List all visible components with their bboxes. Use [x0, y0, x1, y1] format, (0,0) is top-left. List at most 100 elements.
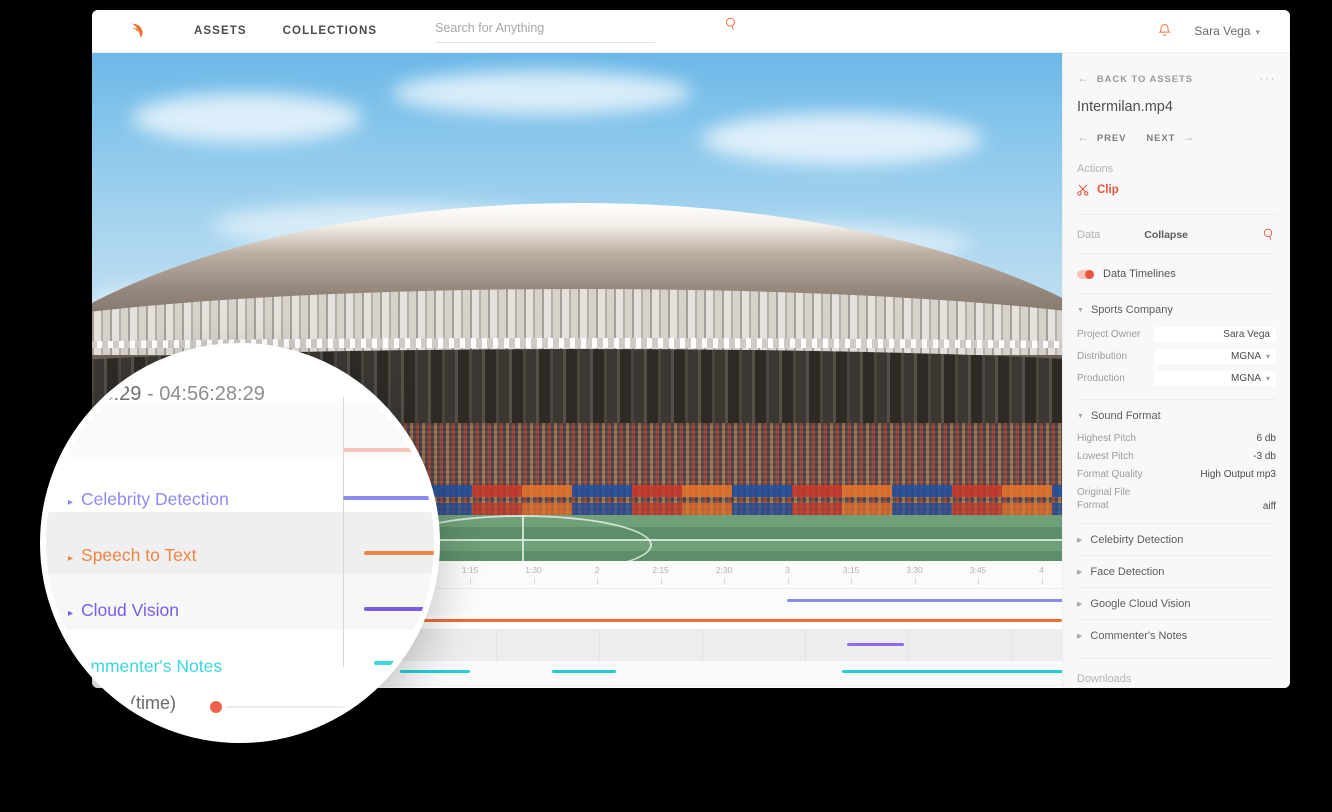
field-original-file-format: Original File Format aiff — [1077, 487, 1276, 512]
field-format-quality: Format Quality High Output mp3 — [1077, 469, 1276, 480]
magnifier-row-label: ▸Speech to Text — [68, 545, 196, 566]
field-label: Format Quality — [1077, 469, 1143, 480]
magnifier-row-speech-to-text[interactable]: ▸Speech to Text — [46, 545, 434, 566]
magnifier-row-label: ▸Celebrity Detection — [68, 489, 229, 510]
field-value: Sara Vega — [1223, 329, 1270, 340]
timeline-segment[interactable] — [847, 643, 904, 646]
magnifier-playhead-dot[interactable] — [210, 701, 222, 713]
ruler-tick-label: 2 — [595, 565, 600, 575]
ruler-tick-mark — [851, 578, 852, 585]
magnifier-scrubber-line[interactable] — [226, 706, 406, 708]
prev-button[interactable]: ← PREV — [1077, 130, 1126, 144]
dolphin-logo[interactable] — [128, 20, 150, 42]
nav-assets[interactable]: ASSETS — [194, 25, 247, 37]
magnifier-segment — [374, 661, 426, 665]
user-menu[interactable]: Sara Vega ▾ — [1194, 24, 1260, 38]
nav-right-cluster: Sara Vega ▾ — [1157, 23, 1260, 39]
panel-divider — [1077, 253, 1276, 254]
clip-button[interactable]: Clip — [1077, 184, 1276, 196]
arrow-left-icon: ← — [1077, 71, 1090, 85]
field-project-owner: Project Owner Sara Vega — [1077, 327, 1276, 342]
ruler-tick-mark — [788, 578, 789, 585]
next-button[interactable]: NEXT → — [1146, 130, 1195, 144]
timeline-segment[interactable] — [552, 670, 616, 673]
timeline-segment[interactable] — [842, 670, 1062, 673]
field-value: -3 db — [1253, 451, 1276, 462]
chevron-down-icon: ▾ — [1266, 374, 1270, 383]
accordion-celebrity-detection[interactable]: ▶ Celebirty Detection — [1077, 523, 1276, 555]
triangle-right-icon: ▸ — [68, 553, 73, 564]
magnifier-row-cloud-vision[interactable]: ▸Cloud Vision — [46, 600, 434, 621]
collapse-button[interactable]: Collapse — [1144, 229, 1188, 241]
timeline-column-divider — [599, 629, 600, 661]
magnifier-row-label: ▸Cloud Vision — [68, 600, 179, 621]
ruler-tick-mark — [470, 578, 471, 585]
chevron-down-icon: ▾ — [1255, 27, 1260, 38]
field-value: aiff — [1263, 501, 1276, 512]
data-timelines-toggle-row[interactable]: Data Timelines — [1077, 268, 1276, 280]
data-timelines-toggle[interactable] — [1077, 270, 1094, 279]
magnifier-row-commenters-notes[interactable]: Commenter's Notes — [46, 656, 434, 677]
data-section-label: Data — [1077, 229, 1100, 241]
field-label: Project Owner — [1077, 329, 1140, 340]
prev-label: PREV — [1097, 133, 1126, 144]
field-value: High Output mp3 — [1200, 469, 1276, 480]
field-highest-pitch: Highest Pitch 6 db — [1077, 433, 1276, 444]
distribution-select[interactable]: MGNA ▾ — [1154, 349, 1276, 364]
clip-label: Clip — [1097, 184, 1119, 196]
more-options-button[interactable]: ··· — [1260, 71, 1277, 85]
field-label: Production — [1077, 373, 1125, 384]
field-value: MGNA — [1231, 351, 1261, 362]
field-distribution: Distribution MGNA▾ — [1077, 349, 1276, 364]
magnifier-overlay: )8:05:29 - 04:56:28:29 ▸Celebrity Detect… — [40, 343, 440, 743]
field-value: 6 db — [1257, 433, 1276, 444]
asset-details-panel[interactable]: ←BACK TO ASSETS ··· Intermilan.mp4 ← PREV… — [1062, 53, 1290, 688]
user-name-label: Sara Vega — [1194, 24, 1250, 38]
data-section-header: Data Collapse — [1077, 228, 1276, 241]
magnifier-segment — [364, 551, 440, 555]
group-header-sports-company[interactable]: ▼ Sports Company — [1077, 294, 1276, 320]
triangle-right-icon: ▸ — [68, 497, 73, 508]
back-to-assets-button[interactable]: ←BACK TO ASSETS — [1077, 71, 1193, 85]
pitch-marking — [522, 515, 524, 561]
magnifier-playhead-line — [343, 397, 344, 667]
ruler-tick-label: 2:30 — [716, 565, 733, 575]
ruler-tick-mark — [661, 578, 662, 585]
triangle-right-icon: ▶ — [1077, 536, 1082, 544]
ruler-tick-label: 1:30 — [525, 565, 542, 575]
nav-collections[interactable]: COLLECTIONS — [283, 25, 378, 37]
asset-filename: Intermilan.mp4 — [1077, 99, 1276, 115]
magnifier-row-celebrity-detection[interactable]: ▸Celebrity Detection — [46, 489, 434, 510]
notification-bell-icon[interactable] — [1157, 23, 1172, 39]
search-icon[interactable] — [725, 17, 739, 31]
magnifier-segment — [364, 607, 440, 611]
ruler-tick-mark — [534, 578, 535, 585]
ruler-tick-mark — [724, 578, 725, 585]
ruler-tick-label: 4 — [1039, 565, 1044, 575]
triangle-right-icon: ▶ — [1077, 568, 1082, 576]
field-label: Lowest Pitch — [1077, 451, 1134, 462]
accordion-google-cloud-vision[interactable]: ▶ Google Cloud Vision — [1077, 587, 1276, 619]
field-value: MGNA — [1231, 373, 1261, 384]
accordion-face-detection[interactable]: ▶ Face Detection — [1077, 555, 1276, 587]
timeline-column-divider — [702, 629, 703, 661]
production-select[interactable]: MGNA ▾ — [1154, 371, 1276, 386]
timeline-column-divider — [1011, 629, 1012, 661]
accordion-label: Face Detection — [1090, 566, 1164, 578]
arrow-right-icon: → — [1182, 130, 1195, 144]
field-lowest-pitch: Lowest Pitch -3 db — [1077, 451, 1276, 462]
timeline-segment[interactable] — [787, 599, 1062, 602]
next-label: NEXT — [1146, 133, 1175, 144]
triangle-down-icon: ▼ — [1077, 307, 1084, 314]
timeline-column-divider — [805, 629, 806, 661]
timeline-column-divider — [908, 629, 909, 661]
chevron-down-icon: ▾ — [1266, 352, 1270, 361]
group-header-sound-format[interactable]: ▼ Sound Format — [1077, 400, 1276, 426]
prev-next-nav: ← PREV NEXT → — [1077, 130, 1276, 144]
search-icon[interactable] — [1263, 228, 1276, 241]
arrow-left-icon: ← — [1077, 130, 1090, 144]
accordion-commenters-notes[interactable]: ▶ Commenter's Notes — [1077, 619, 1276, 651]
project-owner-input[interactable]: Sara Vega — [1154, 327, 1276, 342]
search-input[interactable] — [435, 21, 655, 35]
field-production: Production MGNA ▾ — [1077, 371, 1276, 386]
